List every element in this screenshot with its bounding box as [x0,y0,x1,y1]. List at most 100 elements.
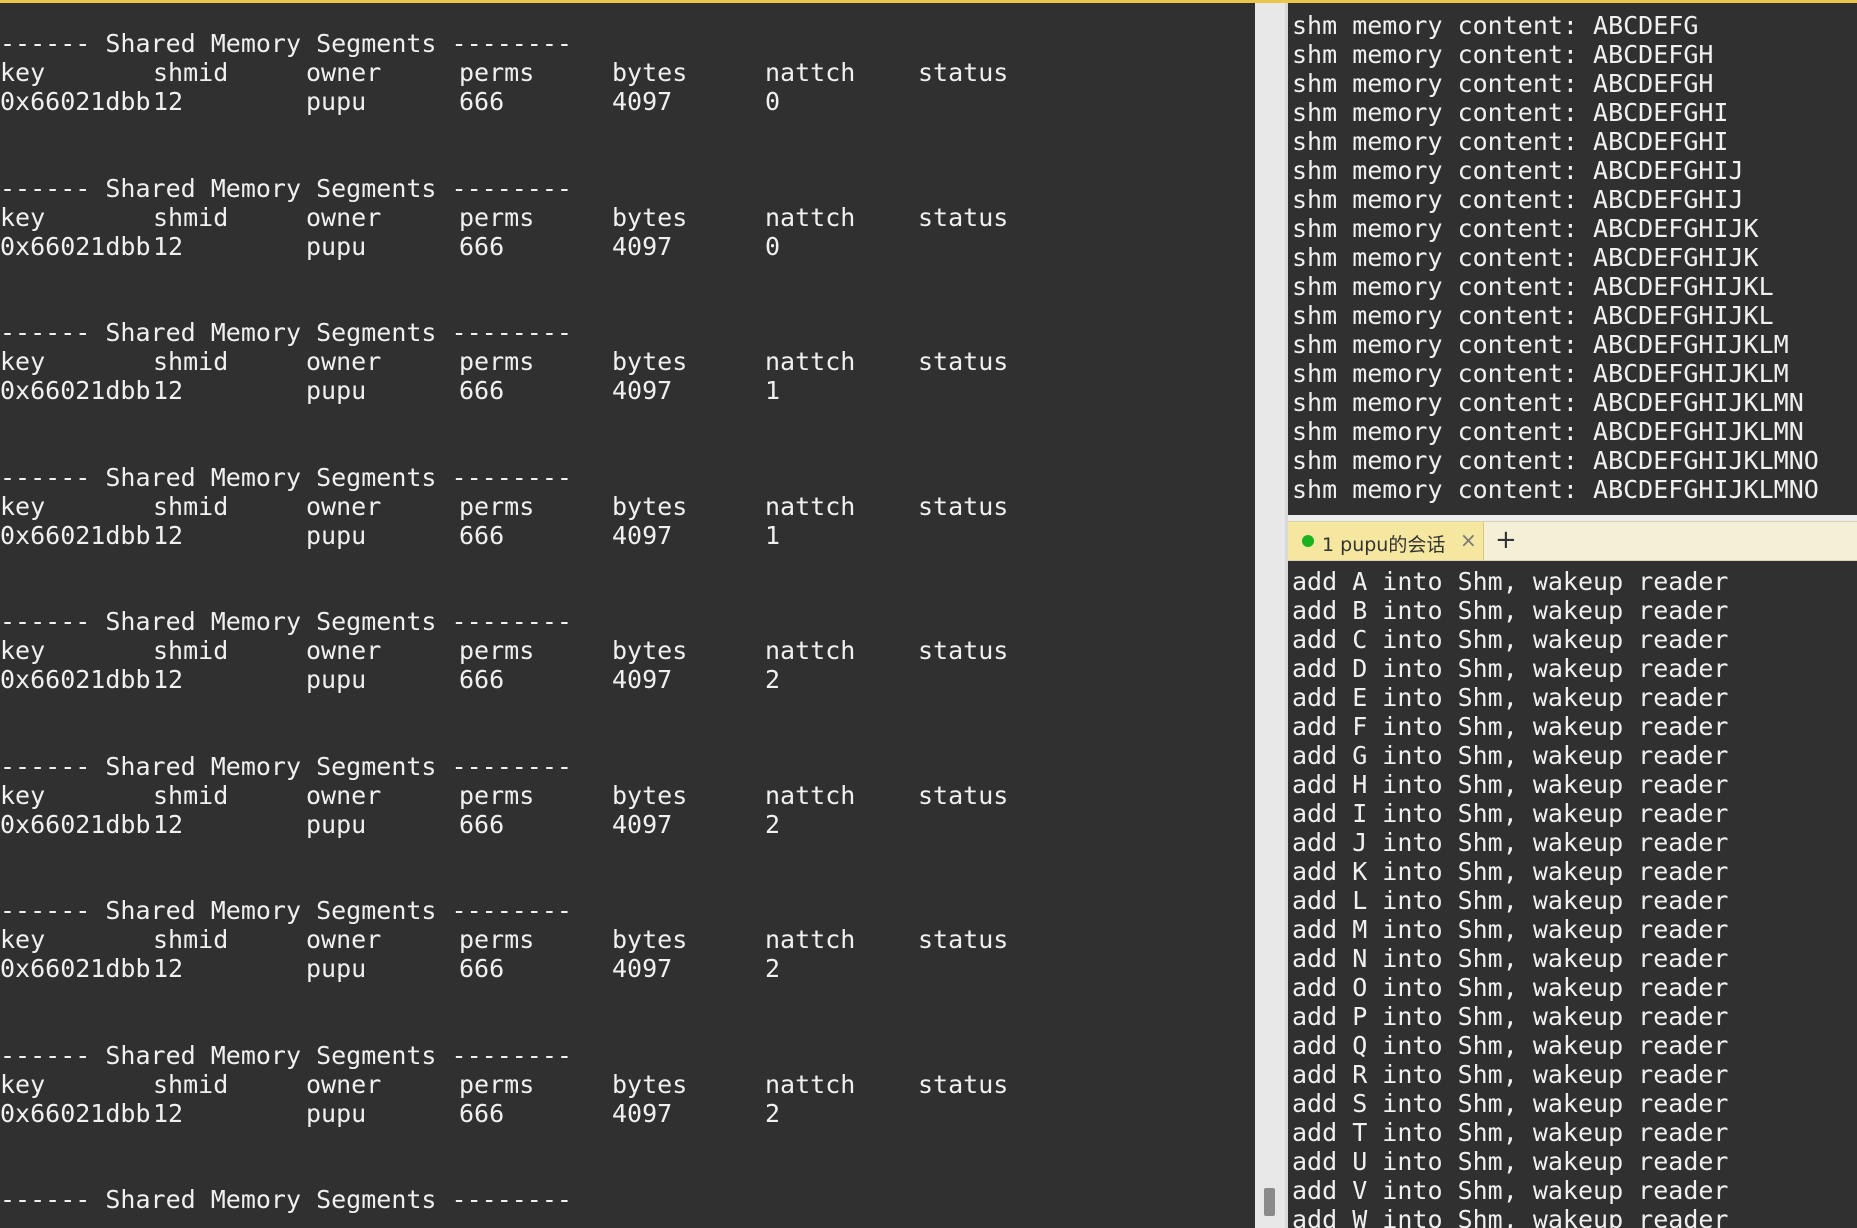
segment-bytes-value: 4097 [612,1098,673,1128]
writer-log-line: add O into Shm, wakeup reader [1292,973,1729,1002]
writer-log-line: add D into Shm, wakeup reader [1292,654,1729,683]
shm-content-line: shm memory content: ABCDEFGHIJKLM [1292,359,1789,388]
segment-key-value: 0x66021dbb [0,520,151,550]
left-terminal-pane[interactable]: ------ Shared Memory Segments -------- ke… [0,3,1255,1228]
shm-content-line: shm memory content: ABCDEFGH [1292,69,1714,98]
segment-header-line: ------ Shared Memory Segments -------- [0,29,572,58]
segment-header-line: ------ Shared Memory Segments -------- [0,896,572,925]
segment-shmid-value: 12 [153,665,184,694]
column-header-nattch: nattch [765,925,856,954]
column-header-bytes: bytes [612,347,688,376]
segment-perms-value: 666 [459,809,505,839]
shm-content-line: shm memory content: ABCDEFGHIJKLMN [1292,417,1804,446]
shm-content-line: shm memory content: ABCDEFGHIJKLMN [1292,388,1804,417]
column-header-key: key [0,636,46,665]
segment-header-line: ------ Shared Memory Segments -------- [0,607,572,636]
column-header-perms: perms [459,491,535,521]
writer-log-line: add K into Shm, wakeup reader [1292,857,1729,886]
column-header-row: key shmid owner perms bytes nattch status [0,492,1240,521]
segment-owner-value: pupu [306,809,367,839]
segment-owner-value: pupu [306,1098,367,1128]
shm-content-line: shm memory content: ABCDEFGHIJ [1292,185,1744,214]
writer-log-line: add W into Shm, wakeup reader [1292,1205,1729,1228]
segment-perms-value: 666 [459,665,505,694]
session-tab[interactable]: 1 pupu的会话 × [1288,522,1484,560]
column-header-row: key shmid owner perms bytes nattch status [0,925,1240,954]
right-bottom-terminal-pane[interactable]: add A into Shm, wakeup reader add B into … [1288,561,1857,1228]
segment-data-row: 0x66021dbb 12 pupu 666 4097 2 [0,665,1240,694]
column-header-perms: perms [459,1069,535,1099]
segment-nattch-value: 2 [765,809,781,839]
column-header-key: key [0,347,46,376]
writer-log-line: add T into Shm, wakeup reader [1292,1118,1729,1147]
add-tab-icon[interactable]: + [1495,525,1517,555]
segment-bytes-value: 4097 [612,376,673,405]
segment-data-row: 0x66021dbb 12 pupu 666 4097 2 [0,954,1240,983]
writer-log-line: add F into Shm, wakeup reader [1292,712,1729,741]
shm-segment-block: ------ Shared Memory Segments -------- ke… [0,174,1240,261]
segment-header-line: ------ Shared Memory Segments -------- [0,462,572,492]
segment-nattch-value: 0 [765,231,781,261]
right-top-terminal-pane[interactable]: shm memory content: ABCDEFG shm memory co… [1288,3,1857,515]
segment-key-value: 0x66021dbb [0,87,151,116]
column-header-bytes: bytes [612,491,688,521]
shm-content-line: shm memory content: ABCDEFGHIJK [1292,214,1759,243]
column-header-status: status [918,1069,1009,1099]
segment-data-row: 0x66021dbb 12 pupu 666 4097 0 [0,232,1240,261]
segment-shmid-value: 12 [153,376,184,405]
column-header-perms: perms [459,780,535,810]
column-header-shmid: shmid [153,491,229,521]
writer-log-line: add M into Shm, wakeup reader [1292,915,1729,944]
shm-content-line: shm memory content: ABCDEFGHIJKL [1292,272,1774,301]
left-terminal-scrollbar[interactable] [1255,3,1285,1228]
column-header-shmid: shmid [153,347,229,376]
column-header-shmid: shmid [153,58,229,87]
segment-key-value: 0x66021dbb [0,376,151,405]
shm-segment-block: ------ Shared Memory Segments -------- ke… [0,463,1240,550]
segment-owner-value: pupu [306,376,367,405]
column-header-shmid: shmid [153,1069,229,1099]
column-header-status: status [918,925,1009,954]
shm-content-line: shm memory content: ABCDEFGH [1292,40,1714,69]
segment-key-value: 0x66021dbb [0,665,151,694]
column-header-bytes: bytes [612,202,688,232]
column-header-key: key [0,1069,46,1099]
shm-segment-block: ------ Shared Memory Segments -------- ke… [0,29,1240,116]
close-tab-icon[interactable]: × [1460,528,1477,552]
segment-nattch-value: 2 [765,665,781,694]
segment-shmid-value: 12 [153,954,184,983]
shm-segment-block: ------ Shared Memory Segments -------- ke… [0,1041,1240,1128]
segment-perms-value: 666 [459,520,505,550]
writer-log-line: add J into Shm, wakeup reader [1292,828,1729,857]
shm-segment-block: ------ Shared Memory Segments -------- ke… [0,318,1240,405]
session-status-dot-icon [1302,535,1314,547]
column-header-key: key [0,491,46,521]
column-header-bytes: bytes [612,780,688,810]
shm-segment-block: ------ Shared Memory Segments -------- ke… [0,896,1240,983]
column-header-bytes: bytes [612,1069,688,1099]
shm-content-line: shm memory content: ABCDEFGHI [1292,98,1729,127]
segment-shmid-value: 12 [153,1098,184,1128]
shm-segment-block: ------ Shared Memory Segments -------- ke… [0,752,1240,839]
column-header-status: status [918,347,1009,376]
segment-data-row: 0x66021dbb 12 pupu 666 4097 1 [0,376,1240,405]
writer-log-line: add L into Shm, wakeup reader [1292,886,1729,915]
column-header-key: key [0,780,46,810]
column-header-shmid: shmid [153,925,229,954]
shm-content-line: shm memory content: ABCDEFG [1292,11,1699,40]
shm-content-line: shm memory content: ABCDEFGHIJK [1292,243,1759,272]
shm-content-line: shm memory content: ABCDEFGHIJKLMNO [1292,475,1819,504]
segment-data-row: 0x66021dbb 12 pupu 666 4097 2 [0,1099,1240,1128]
segment-shmid-value: 12 [153,809,184,839]
column-header-owner: owner [306,636,382,665]
column-header-owner: owner [306,780,382,810]
column-header-row: key shmid owner perms bytes nattch status [0,58,1240,87]
column-header-shmid: shmid [153,636,229,665]
column-header-nattch: nattch [765,58,856,87]
shm-content-line: shm memory content: ABCDEFGHIJKL [1292,301,1774,330]
session-tab-bar: 1 pupu的会话 × + [1288,521,1857,561]
column-header-nattch: nattch [765,636,856,665]
column-header-shmid: shmid [153,202,229,232]
scrollbar-thumb[interactable] [1264,1188,1275,1216]
segment-bytes-value: 4097 [612,665,673,694]
